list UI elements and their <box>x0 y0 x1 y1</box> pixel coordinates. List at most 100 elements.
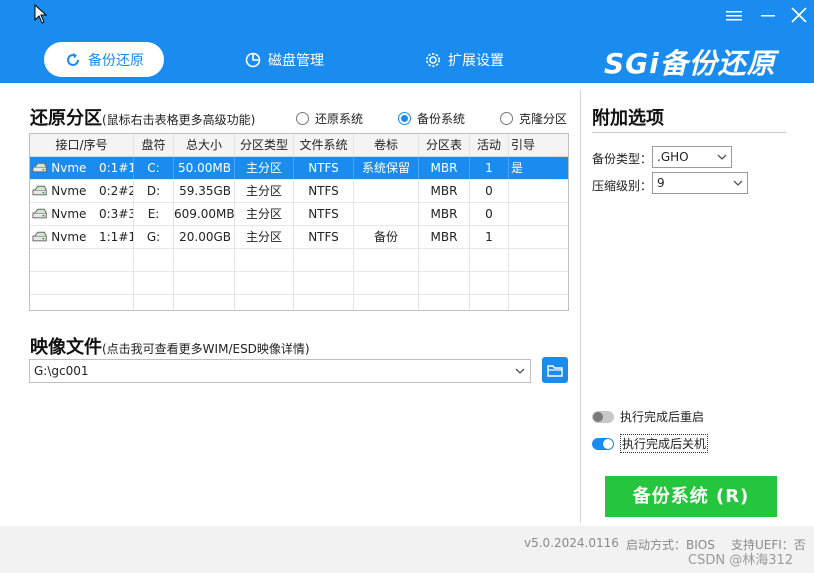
row-active: 0 <box>470 180 509 202</box>
browse-folder-button[interactable] <box>542 357 568 383</box>
image-file-section-title[interactable]: 映像文件(点击我可查看更多WIM/ESD映像详情) <box>30 333 310 359</box>
radio-restore-indicator[interactable] <box>296 112 309 125</box>
row-index: 0:1#1 <box>99 160 134 175</box>
compress-level-label: 压缩级别： <box>592 179 653 193</box>
row-index: 0:2#2 <box>99 183 134 198</box>
col-part-table[interactable]: 分区表 <box>419 134 470 156</box>
col-size[interactable]: 总大小 <box>174 134 235 156</box>
image-file-hint[interactable]: (点击我可查看更多WIM/ESD映像详情) <box>102 342 310 356</box>
reboot-label: 执行完成后重启 <box>620 410 705 424</box>
reboot-toggle[interactable] <box>592 410 614 423</box>
row-index: 0:3#3 <box>99 206 134 221</box>
table-row[interactable]: Nvme 1:1#1 G: 20.00GB 主分区 NTFS 备份 MBR 1 <box>30 226 568 249</box>
row-iface: Nvme <box>51 160 87 175</box>
backup-type-label: 备份类型： <box>592 152 653 166</box>
col-active[interactable]: 活动 <box>470 134 509 156</box>
table-row[interactable]: Nvme 0:1#1 C: 50.00MB 主分区 NTFS 系统保留 MBR … <box>30 157 568 180</box>
options-divider <box>592 132 786 133</box>
row-size: 50.00MB <box>174 157 235 179</box>
version-text: v5.0.2024.0116 <box>524 536 619 550</box>
row-interface: Nvme 0:3#3 <box>30 203 134 225</box>
col-part-type[interactable]: 分区类型 <box>235 134 294 156</box>
row-label <box>354 203 419 225</box>
chevron-down-icon <box>515 368 525 374</box>
row-interface: Nvme 0:2#2 <box>30 180 134 202</box>
row-boot: 是 <box>511 161 524 175</box>
row-label <box>354 180 419 202</box>
disk-drive-icon <box>32 162 47 173</box>
backup-system-button[interactable]: 备份系统 (R) <box>605 476 777 517</box>
row-drive: G: <box>134 226 174 248</box>
row-label: 系统保留 <box>354 157 419 179</box>
empty-row <box>30 295 568 310</box>
app-logo: SGi备份还原 <box>604 47 776 80</box>
row-table: MBR <box>419 157 470 179</box>
tab-settings-label: 扩展设置 <box>448 52 504 69</box>
row-size: 59.35GB <box>174 180 235 202</box>
tab-disk-management[interactable]: 磁盘管理 <box>228 42 340 77</box>
radio-restore-system[interactable]: 还原系统 <box>296 110 363 127</box>
empty-row <box>30 249 568 272</box>
tab-extended-settings[interactable]: 扩展设置 <box>408 42 520 77</box>
col-boot[interactable]: 引导 <box>509 134 568 156</box>
shutdown-toggle[interactable] <box>592 437 614 450</box>
row-iface: Nvme <box>51 206 87 221</box>
folder-icon <box>547 365 563 377</box>
disk-drive-icon <box>32 231 47 242</box>
watermark: CSDN @林海312 <box>688 553 794 568</box>
row-label: 备份 <box>354 226 419 248</box>
row-fs: NTFS <box>294 226 354 248</box>
row-iface: Nvme <box>51 183 87 198</box>
radio-backup-label: 备份系统 <box>417 112 466 126</box>
table-row[interactable]: Nvme 0:3#3 E: 609.00MB 主分区 NTFS MBR 0 <box>30 203 568 226</box>
close-icon[interactable] <box>789 6 809 24</box>
row-fs: NTFS <box>294 180 354 202</box>
minimize-icon[interactable] <box>758 6 778 24</box>
table-row[interactable]: Nvme 0:2#2 D: 59.35GB 主分区 NTFS MBR 0 <box>30 180 568 203</box>
menu-icon[interactable] <box>724 6 744 24</box>
row-type: 主分区 <box>235 157 294 179</box>
col-drive[interactable]: 盘符 <box>134 134 174 156</box>
refresh-icon <box>67 52 79 66</box>
tab-backup-restore[interactable]: 备份还原 <box>44 42 164 77</box>
radio-clone-indicator[interactable] <box>500 112 513 125</box>
row-drive: E: <box>134 203 174 225</box>
row-fs: NTFS <box>294 157 354 179</box>
disk-drive-icon <box>32 208 47 219</box>
col-interface[interactable]: 接口/序号 <box>30 134 134 156</box>
row-type: 主分区 <box>235 203 294 225</box>
row-boot <box>509 203 568 225</box>
row-active: 1 <box>470 226 509 248</box>
radio-backup-system[interactable]: 备份系统 <box>398 110 465 127</box>
image-path-value: G:\gc001 <box>34 364 89 378</box>
tab-disk-label: 磁盘管理 <box>268 52 324 69</box>
col-volume-label[interactable]: 卷标 <box>354 134 419 156</box>
col-filesystem[interactable]: 文件系统 <box>294 134 354 156</box>
empty-row <box>30 272 568 295</box>
backup-type-select[interactable]: .GHO <box>652 146 732 168</box>
compress-level-select[interactable]: 9 <box>652 172 748 194</box>
radio-restore-label: 还原系统 <box>315 112 364 126</box>
image-file-title: 映像文件 <box>30 337 102 358</box>
gear-icon <box>426 52 440 67</box>
tab-backup-label: 备份还原 <box>88 52 144 69</box>
row-table: MBR <box>419 203 470 225</box>
compress-level-value: 9 <box>657 176 665 190</box>
reboot-toggle-row[interactable]: 执行完成后重启 <box>592 408 704 425</box>
row-boot <box>509 180 568 202</box>
row-interface: Nvme 1:1#1 <box>30 226 134 248</box>
radio-backup-indicator[interactable] <box>398 112 411 125</box>
radio-clone-label: 克隆分区 <box>519 112 568 126</box>
panel-divider <box>580 90 581 522</box>
row-iface: Nvme <box>51 229 87 244</box>
partition-table[interactable]: 接口/序号 盘符 总大小 分区类型 文件系统 卷标 分区表 活动 引导 Nvme… <box>29 133 569 311</box>
shutdown-label: 执行完成后关机 <box>620 434 709 453</box>
row-interface: Nvme 0:1#1 <box>30 157 134 179</box>
disk-drive-icon <box>32 185 47 196</box>
shutdown-toggle-row[interactable]: 执行完成后关机 <box>592 434 709 453</box>
radio-clone-partition[interactable]: 克隆分区 <box>500 110 567 127</box>
row-size: 20.00GB <box>174 226 235 248</box>
partition-title: 还原分区 <box>30 108 102 129</box>
row-type: 主分区 <box>235 180 294 202</box>
image-path-combobox[interactable]: G:\gc001 <box>29 359 531 383</box>
